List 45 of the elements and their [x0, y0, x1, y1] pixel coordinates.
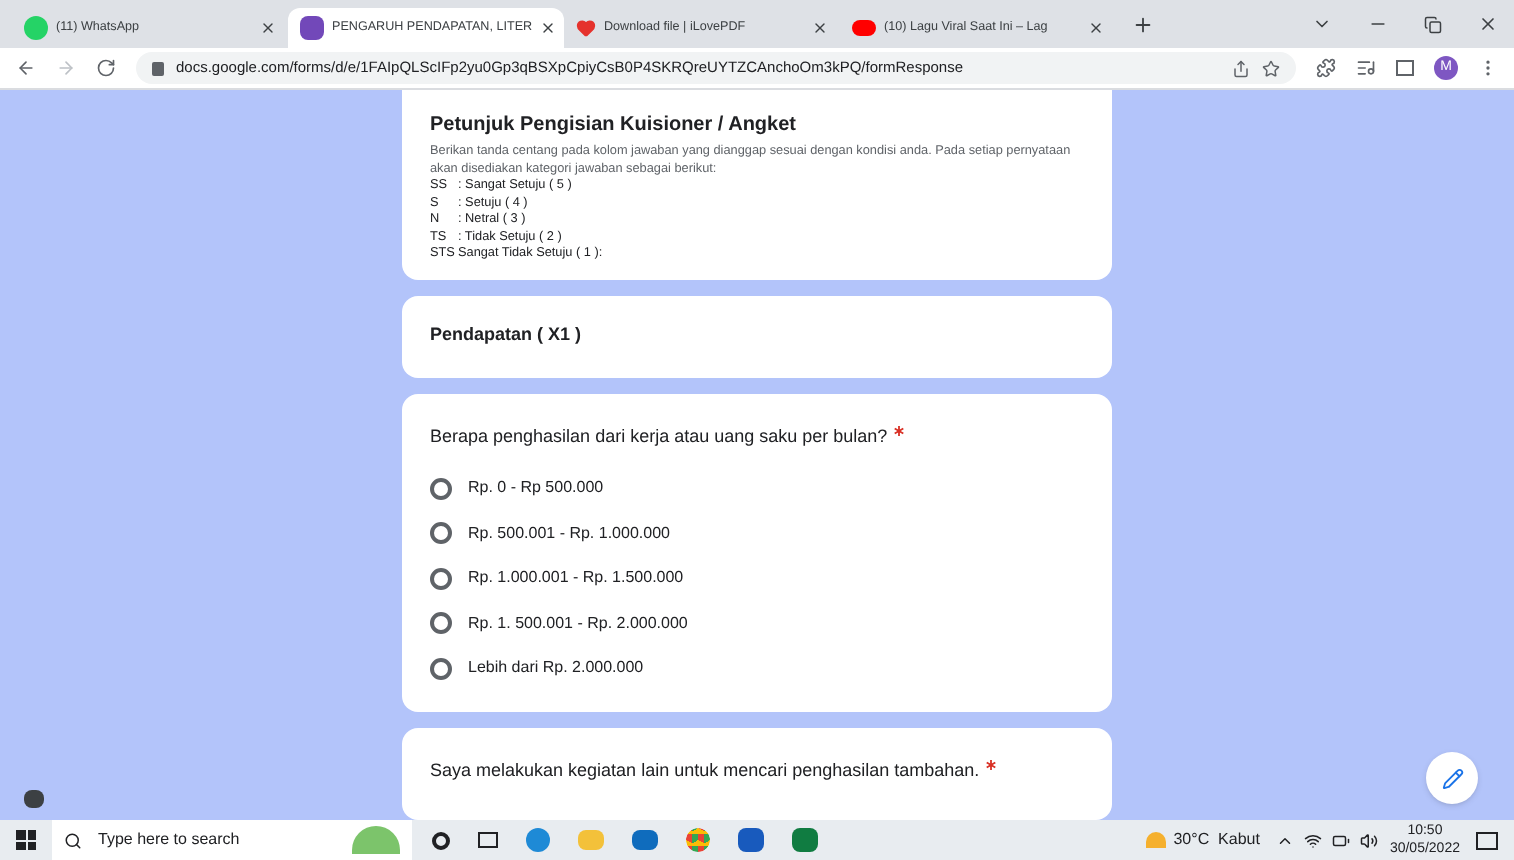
card-title: Petunjuk Pengisian Kuisioner / Angket: [430, 112, 798, 140]
battery-icon[interactable]: [1331, 831, 1350, 849]
share-icon[interactable]: [1232, 59, 1250, 77]
cortana-icon[interactable]: [432, 831, 450, 849]
radio-button[interactable]: [430, 567, 452, 590]
option-label: Rp. 1.000.001 - Rp. 1.500.000: [468, 566, 684, 591]
weather-text: 30°C Kabut: [1173, 828, 1260, 852]
close-icon[interactable]: [260, 20, 276, 36]
edit-button[interactable]: [1426, 752, 1478, 804]
option-label: Lebih dari Rp. 2.000.000: [468, 656, 644, 681]
radio-button[interactable]: [430, 477, 452, 500]
form-icon: [300, 16, 324, 40]
chat-icon: [24, 16, 48, 40]
close-icon[interactable]: [812, 20, 828, 36]
option-label: Rp. 0 - Rp 500.000: [468, 476, 604, 501]
task-view-icon[interactable]: [478, 832, 498, 848]
star-icon[interactable]: [1262, 59, 1280, 77]
start-icon[interactable]: [16, 830, 36, 850]
close-icon[interactable]: [1478, 14, 1498, 34]
close-icon[interactable]: [540, 20, 557, 36]
question-text: Saya melakukan kegiatan lain untuk mencari penghasilan tambahan.: [430, 757, 980, 784]
radio-button[interactable]: [430, 522, 452, 545]
close-icon[interactable]: [1088, 20, 1104, 36]
extensions-icon[interactable]: [1316, 58, 1336, 78]
pencil-icon: [1441, 767, 1463, 789]
option-label: Rp. 500.001 - Rp. 1.000.000: [468, 521, 670, 546]
radio-button[interactable]: [430, 657, 452, 680]
search-icon: [64, 831, 82, 849]
option-label: Rp. 1. 500.001 - Rp. 2.000.000: [468, 611, 688, 636]
search-field[interactable]: Type here to search: [52, 820, 412, 860]
restore-icon[interactable]: [1424, 15, 1442, 33]
playlist-icon[interactable]: [1356, 58, 1376, 78]
side-panel-icon[interactable]: [1396, 60, 1414, 76]
weather-icon: [1145, 832, 1166, 848]
new-tab-icon[interactable]: [1132, 13, 1154, 35]
question-text: Berapa penghasilan dari kerja atau uang saku per bulan?: [430, 423, 888, 450]
wifi-icon[interactable]: [1303, 831, 1322, 849]
back-icon[interactable]: [16, 58, 36, 78]
search-placeholder: Type here to search: [98, 828, 242, 852]
notification-icon[interactable]: [1476, 831, 1498, 849]
section-title: Pendapatan ( X1 ): [430, 322, 582, 349]
volume-icon[interactable]: [1359, 831, 1378, 849]
reload-icon[interactable]: [96, 58, 116, 78]
radio-button[interactable]: [430, 612, 452, 635]
heart-icon: [576, 18, 596, 38]
